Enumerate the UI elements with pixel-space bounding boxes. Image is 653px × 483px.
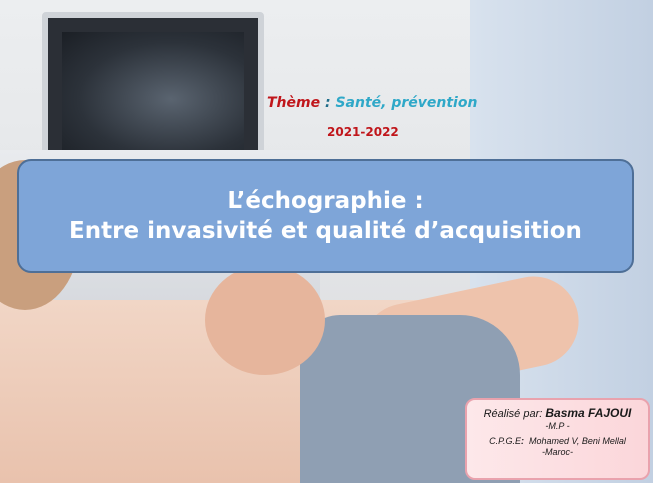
theme-value: Santé, prévention bbox=[335, 95, 478, 111]
credit-author-line: Réalisé par: Basma FAJOUI bbox=[467, 406, 648, 420]
academic-year: 2021-2022 bbox=[327, 125, 399, 139]
credit-box: Réalisé par: Basma FAJOUI -M.P - C.P.G.E… bbox=[465, 398, 650, 480]
author-name: Basma FAJOUI bbox=[545, 406, 632, 420]
school-separator: : bbox=[520, 436, 524, 446]
title-line-1: L’échographie : bbox=[227, 188, 424, 214]
made-by-separator: : bbox=[539, 408, 543, 420]
made-by-label: Réalisé par bbox=[483, 408, 540, 420]
country: -Maroc- bbox=[542, 447, 573, 457]
doctor-hand bbox=[205, 265, 325, 375]
school-label: C.P.G.E bbox=[489, 436, 521, 446]
theme-label: Thème bbox=[267, 95, 321, 111]
monitor-screen bbox=[62, 32, 244, 154]
slide: Thème : Santé, prévention 2021-2022 L’éc… bbox=[0, 0, 653, 483]
credit-school-line: C.P.G.E: Mohamed V, Beni Mellal bbox=[467, 436, 648, 446]
theme-separator: : bbox=[320, 95, 336, 111]
title-box: L’échographie : Entre invasivité et qual… bbox=[17, 159, 634, 273]
school-name: Mohamed V, Beni Mellal bbox=[528, 436, 626, 446]
title-line-2: Entre invasivité et qualité d’acquisitio… bbox=[69, 218, 582, 244]
author-role: -M.P - bbox=[545, 421, 570, 431]
theme-line: Thème : Santé, prévention bbox=[267, 95, 477, 111]
